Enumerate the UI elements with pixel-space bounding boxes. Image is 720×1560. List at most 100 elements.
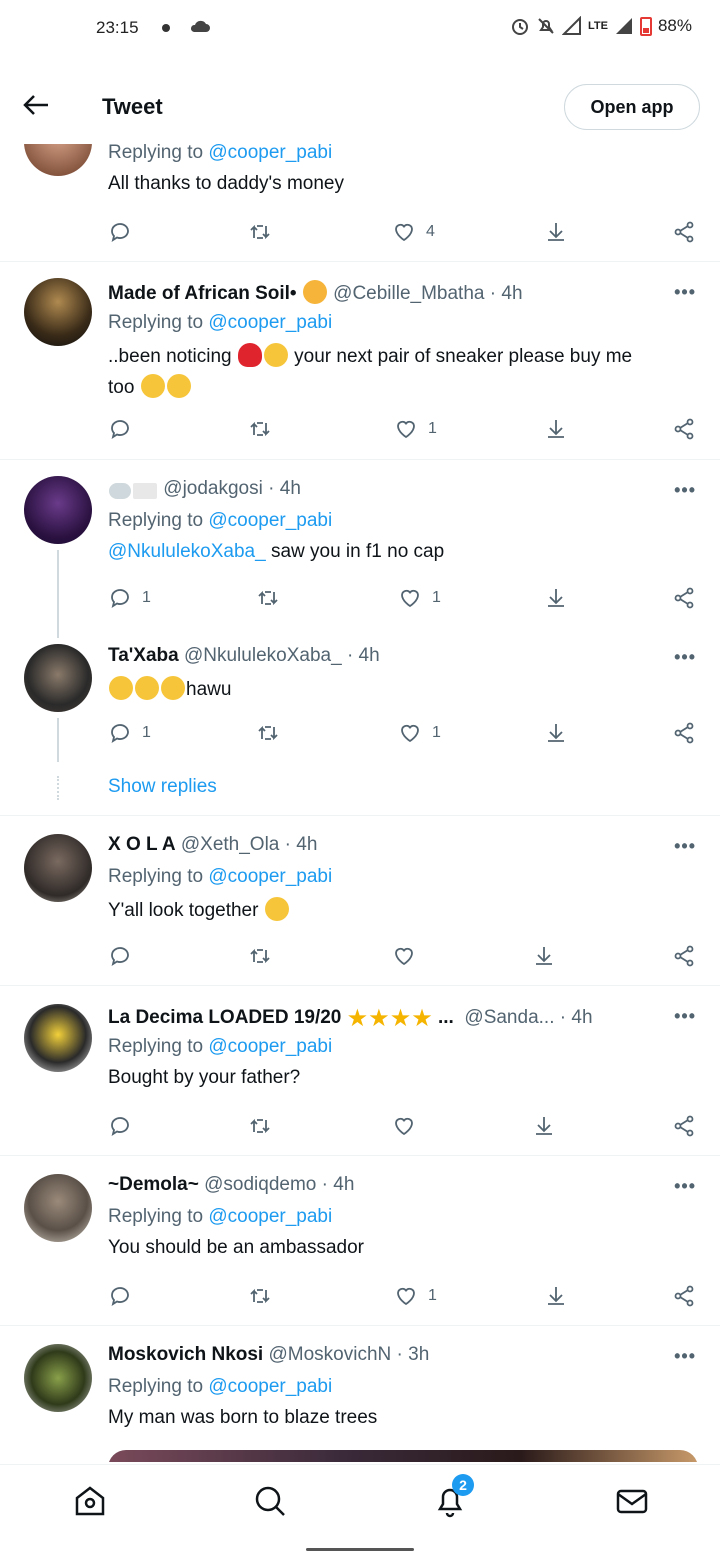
tweet-media-image[interactable] <box>108 1450 698 1462</box>
like-button[interactable] <box>392 941 416 971</box>
messages-envelope-icon[interactable] <box>614 1483 650 1519</box>
like-button[interactable]: 1 <box>394 414 437 444</box>
more-options-button[interactable]: ••• <box>674 836 696 857</box>
reply-to-link[interactable]: @cooper_pabi <box>208 866 332 887</box>
reply-to-link[interactable]: @cooper_pabi <box>208 1206 332 1227</box>
display-name[interactable]: La Decima LOADED 19/20 <box>108 1007 341 1028</box>
more-options-button[interactable]: ••• <box>674 1346 696 1367</box>
show-replies-link[interactable]: Show replies <box>108 776 217 798</box>
display-name[interactable]: Ta'Xaba <box>108 645 179 666</box>
open-app-button[interactable]: Open app <box>564 84 700 130</box>
handle[interactable]: @jodakgosi <box>163 478 263 499</box>
retweet-button[interactable] <box>256 583 280 613</box>
more-options-button[interactable]: ••• <box>674 1006 696 1027</box>
avatar[interactable] <box>24 1004 92 1072</box>
reply-to-link[interactable]: @cooper_pabi <box>208 142 332 163</box>
reply-to-link[interactable]: @cooper_pabi <box>208 510 332 531</box>
tweet-text-cont: too <box>108 374 192 399</box>
save-button[interactable] <box>544 583 568 613</box>
search-icon[interactable] <box>252 1483 288 1519</box>
back-arrow-icon[interactable] <box>22 94 50 116</box>
handle[interactable]: @Xeth_Ola <box>181 834 280 855</box>
retweet-button[interactable] <box>248 941 272 971</box>
tweet-item[interactable]: Moskovich Nkosi @MoskovichN · 3h ••• Rep… <box>0 1326 720 1462</box>
download-icon <box>548 223 564 241</box>
avatar[interactable] <box>24 834 92 902</box>
more-options-button[interactable]: ••• <box>674 647 696 668</box>
reply-button[interactable] <box>108 414 132 444</box>
share-button[interactable] <box>672 1281 696 1311</box>
tweet-item[interactable]: X O L A @Xeth_Ola · 4h ••• Replying to @… <box>0 816 720 986</box>
heart-icon <box>401 589 419 608</box>
handle[interactable]: @Cebille_Mbatha <box>333 283 484 304</box>
display-name[interactable]: Made of African Soil• <box>108 283 297 304</box>
save-button[interactable] <box>544 217 568 247</box>
reply-to-link[interactable]: @cooper_pabi <box>208 1036 332 1057</box>
avatar[interactable] <box>24 1344 92 1412</box>
reply-button[interactable] <box>108 1111 132 1141</box>
save-button[interactable] <box>532 1111 556 1141</box>
rofl-emoji-icon <box>161 676 185 700</box>
reply-button[interactable]: 1 <box>108 718 151 748</box>
reply-to-link[interactable]: @cooper_pabi <box>208 1376 332 1397</box>
gesture-home-bar[interactable] <box>306 1548 414 1551</box>
more-options-button[interactable]: ••• <box>674 1176 696 1197</box>
share-button[interactable] <box>672 718 696 748</box>
tweet-text: Y'all look together <box>108 897 290 922</box>
display-name[interactable]: ~Demola~ <box>108 1174 199 1195</box>
display-name[interactable]: Moskovich Nkosi <box>108 1344 263 1365</box>
retweet-button[interactable] <box>256 718 280 748</box>
reply-button[interactable] <box>108 1281 132 1311</box>
save-button[interactable] <box>544 1281 568 1311</box>
tweet-item[interactable]: La Decima LOADED 19/20 ★★★★ ... @Sanda..… <box>0 986 720 1156</box>
like-button[interactable]: 1 <box>398 583 441 613</box>
retweet-button[interactable] <box>248 1281 272 1311</box>
avatar[interactable] <box>24 278 92 346</box>
home-icon[interactable] <box>72 1483 108 1519</box>
like-button[interactable]: 1 <box>394 1281 437 1311</box>
reply-icon <box>111 1117 129 1136</box>
reply-button[interactable]: 1 <box>108 583 151 613</box>
more-options-button[interactable]: ••• <box>674 282 696 303</box>
share-button[interactable] <box>672 583 696 613</box>
avatar[interactable] <box>24 1174 92 1242</box>
share-icon <box>674 418 694 440</box>
tweet-item[interactable]: Made of African Soil• @Cebille_Mbatha · … <box>0 262 720 460</box>
retweet-icon <box>250 421 270 437</box>
thread-item[interactable]: @jodakgosi · 4h ••• Replying to @cooper_… <box>0 460 720 816</box>
save-button[interactable] <box>532 941 556 971</box>
replying-to: Replying to @cooper_pabi <box>108 1206 333 1227</box>
like-count: 1 <box>428 420 437 437</box>
save-button[interactable] <box>544 414 568 444</box>
tweet-feed[interactable]: Replying to @cooper_pabi All thanks to d… <box>0 0 720 1462</box>
more-options-button[interactable]: ••• <box>674 480 696 501</box>
like-button[interactable]: 4 <box>392 217 435 247</box>
share-button[interactable] <box>672 1111 696 1141</box>
reply-button[interactable] <box>108 217 132 247</box>
like-button[interactable] <box>392 1111 416 1141</box>
tweet-text: Bought by your father? <box>108 1067 301 1088</box>
avatar[interactable] <box>24 644 92 712</box>
retweet-icon <box>250 1288 270 1304</box>
reply-button[interactable] <box>108 941 132 971</box>
handle[interactable]: @sodiqdemo <box>204 1174 316 1195</box>
handle[interactable]: @Sanda... <box>464 1007 554 1028</box>
share-button[interactable] <box>672 414 696 444</box>
handle[interactable]: @NkululekoXaba_ <box>184 645 342 666</box>
save-button[interactable] <box>544 718 568 748</box>
retweet-button[interactable] <box>248 414 272 444</box>
heart-icon <box>397 420 415 439</box>
mention-link[interactable]: @NkululekoXaba_ <box>108 541 266 562</box>
share-button[interactable] <box>672 941 696 971</box>
retweet-button[interactable] <box>248 217 272 247</box>
handle[interactable]: @MoskovichN <box>269 1344 392 1365</box>
like-button[interactable]: 1 <box>398 718 441 748</box>
display-name[interactable]: X O L A <box>108 834 176 855</box>
share-icon <box>674 722 694 744</box>
retweet-button[interactable] <box>248 1111 272 1141</box>
share-button[interactable] <box>672 217 696 247</box>
tweet-header: La Decima LOADED 19/20 ★★★★ ... @Sanda..… <box>108 1004 593 1033</box>
tweet-item[interactable]: ~Demola~ @sodiqdemo · 4h ••• Replying to… <box>0 1156 720 1326</box>
avatar[interactable] <box>24 476 92 544</box>
reply-to-link[interactable]: @cooper_pabi <box>208 312 332 333</box>
